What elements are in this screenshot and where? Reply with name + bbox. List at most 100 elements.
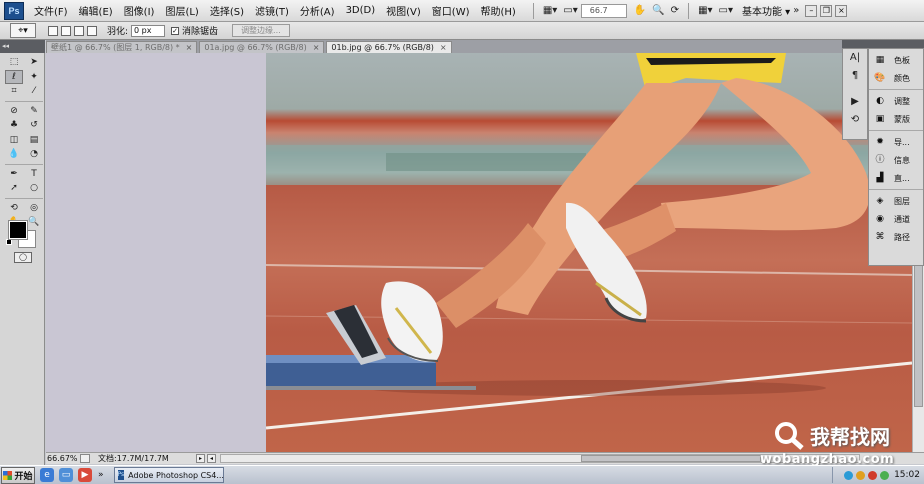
tab-document-2[interactable]: 01a.jpg @ 66.7% (RGB/8) × [199,41,325,53]
photo-sprinter-starting-block[interactable] [266,53,912,452]
3d-rotate-icon[interactable]: ⟲ [5,201,23,216]
feather-input[interactable]: 0 px [131,24,166,37]
tab-document-3[interactable]: 01b.jpg @ 66.7% (RGB/8) × [326,41,452,53]
foreground-color-swatch[interactable] [8,220,28,240]
default-colors-icon[interactable] [6,239,12,245]
eraser-tool-icon[interactable]: ◫ [5,133,23,148]
magic-wand-icon[interactable]: ✦ [25,70,43,85]
panel-masks[interactable]: ▣ 蒙版 [869,110,923,128]
history-panel-icon[interactable]: ⟲ [843,111,867,129]
actions-panel-icon[interactable]: ▶ [843,93,867,111]
paragraph-panel-icon[interactable]: ¶ [843,67,867,85]
pen-tool-icon[interactable]: ✒ [5,167,23,182]
menu-file[interactable]: 文件(F) [34,3,68,18]
lasso-tool-icon[interactable]: ℓ [5,69,23,84]
panel-dock-header[interactable] [842,40,924,48]
taskbar-photoshop-button[interactable]: Ps Adobe Photoshop CS4... [113,467,224,483]
add-selection-icon[interactable] [61,25,71,36]
ie-quicklaunch-icon[interactable]: e [40,468,54,482]
close-icon[interactable]: × [186,42,193,53]
tab-label: 壁纸1 @ 66.7% (图层 1, RGB/8) * [51,43,180,52]
view-extras-icon[interactable]: ▭▾ [560,5,580,16]
panel-color[interactable]: 🎨 颜色 [869,69,923,87]
panel-navigator[interactable]: ✹ 导... [869,133,923,151]
dodge-tool-icon[interactable]: ◔ [25,147,43,162]
shape-tool-icon[interactable]: ○ [25,181,43,196]
menu-analysis[interactable]: 分析(A) [300,3,335,18]
panel-info[interactable]: ⓘ 信息 [869,151,923,169]
menu-help[interactable]: 帮助(H) [481,3,516,18]
panel-paths[interactable]: ⌘ 路径 [869,228,923,246]
tool-preset-picker[interactable]: ⌖▾ [10,23,36,38]
type-tool-icon[interactable]: T [25,167,43,182]
menu-view[interactable]: 视图(V) [386,3,421,18]
volume-tray-icon[interactable] [880,470,890,480]
new-selection-icon[interactable] [48,25,58,36]
minimize-icon[interactable]: – [805,4,818,17]
rotate-view-icon[interactable]: ⟳ [668,5,682,16]
panel-swatches[interactable]: ▦ 色板 [869,51,923,69]
marquee-tool-icon[interactable]: ⬚ [5,55,23,70]
zoom-tool-icon[interactable]: 🔍 [25,215,43,230]
eyedropper-icon[interactable]: ⁄ [25,84,43,99]
menu-layer[interactable]: 图层(L) [165,3,198,18]
hand-tool-icon[interactable]: ✋ [631,5,649,16]
brush-tool-icon[interactable]: ✎ [25,104,43,119]
blur-tool-icon[interactable]: 💧 [5,147,23,162]
tab-document-1[interactable]: 壁纸1 @ 66.7% (图层 1, RGB/8) * × [46,41,198,53]
document-canvas-area[interactable] [46,53,912,452]
start-button[interactable]: 开始 [1,466,35,484]
menu-3d[interactable]: 3D(D) [346,5,376,16]
move-tool-icon[interactable]: ➤ [25,55,43,70]
histogram-icon: ▟ [876,173,884,183]
status-zoom-field[interactable]: 66.67% [46,454,78,463]
panel-histogram[interactable]: ▟ 直... [869,169,923,187]
character-panel-icon[interactable]: A| [843,49,867,67]
bridge-icon[interactable]: ▦▾ [540,5,560,16]
toolbox-collapse-icon[interactable]: ◂◂ [0,40,45,53]
menu-image[interactable]: 图像(I) [124,3,155,18]
media-quicklaunch-icon[interactable]: ▶ [78,468,92,482]
subtract-selection-icon[interactable] [74,25,84,36]
show-desktop-icon[interactable]: ▭ [59,468,73,482]
quick-mask-icon[interactable]: ◯ [14,252,32,263]
panel-layers[interactable]: ◈ 图层 [869,192,923,210]
menu-window[interactable]: 窗口(W) [432,3,470,18]
close-icon[interactable]: × [440,42,447,53]
panel-adjustments[interactable]: ◐ 调整 [869,92,923,110]
history-brush-icon[interactable]: ↺ [25,118,43,133]
horizontal-scroll-thumb[interactable] [581,455,761,462]
workspace-switcher[interactable]: 基本功能 ▾ [742,3,790,18]
intersect-selection-icon[interactable] [87,25,97,36]
scroll-left-icon[interactable]: ◂ [207,454,216,463]
close-icon[interactable]: × [313,42,320,53]
menu-select[interactable]: 选择(S) [210,3,244,18]
clone-stamp-icon[interactable]: ♣ [5,118,23,133]
status-info-icon[interactable] [80,454,90,463]
refine-edge-button[interactable]: 调整边缘... [232,24,290,37]
network-tray-icon[interactable] [844,470,854,480]
zoom-tool-icon[interactable]: 🔍 [649,5,667,16]
restore-icon[interactable]: ❐ [820,4,833,17]
3d-orbit-icon[interactable]: ◎ [25,201,43,216]
crop-tool-icon[interactable]: ⌗ [5,84,23,99]
panel-label: 导... [894,137,910,147]
info-icon: ⓘ [875,155,885,165]
quicklaunch-more-icon[interactable]: » [98,470,104,480]
antivirus-tray-icon[interactable] [868,470,878,480]
healing-brush-icon[interactable]: ⊘ [5,104,23,119]
security-tray-icon[interactable] [856,470,866,480]
antialias-checkbox[interactable]: ✓ [171,26,180,35]
taskbar-clock: 15:02 [894,470,920,480]
arrange-documents-icon[interactable]: ▦▾ [695,5,715,16]
panel-channels[interactable]: ◉ 通道 [869,210,923,228]
zoom-level-field[interactable]: 66.7 [580,3,627,18]
close-icon[interactable]: × [835,4,848,17]
status-menu-arrow-icon[interactable]: ▸ [196,454,205,463]
more-workspaces-icon[interactable]: » [790,5,802,16]
path-select-icon[interactable]: ➚ [5,181,23,196]
gradient-tool-icon[interactable]: ▤ [25,133,43,148]
menu-filter[interactable]: 滤镜(T) [255,3,289,18]
menu-edit[interactable]: 编辑(E) [79,3,113,18]
screen-mode-icon[interactable]: ▭▾ [716,5,736,16]
